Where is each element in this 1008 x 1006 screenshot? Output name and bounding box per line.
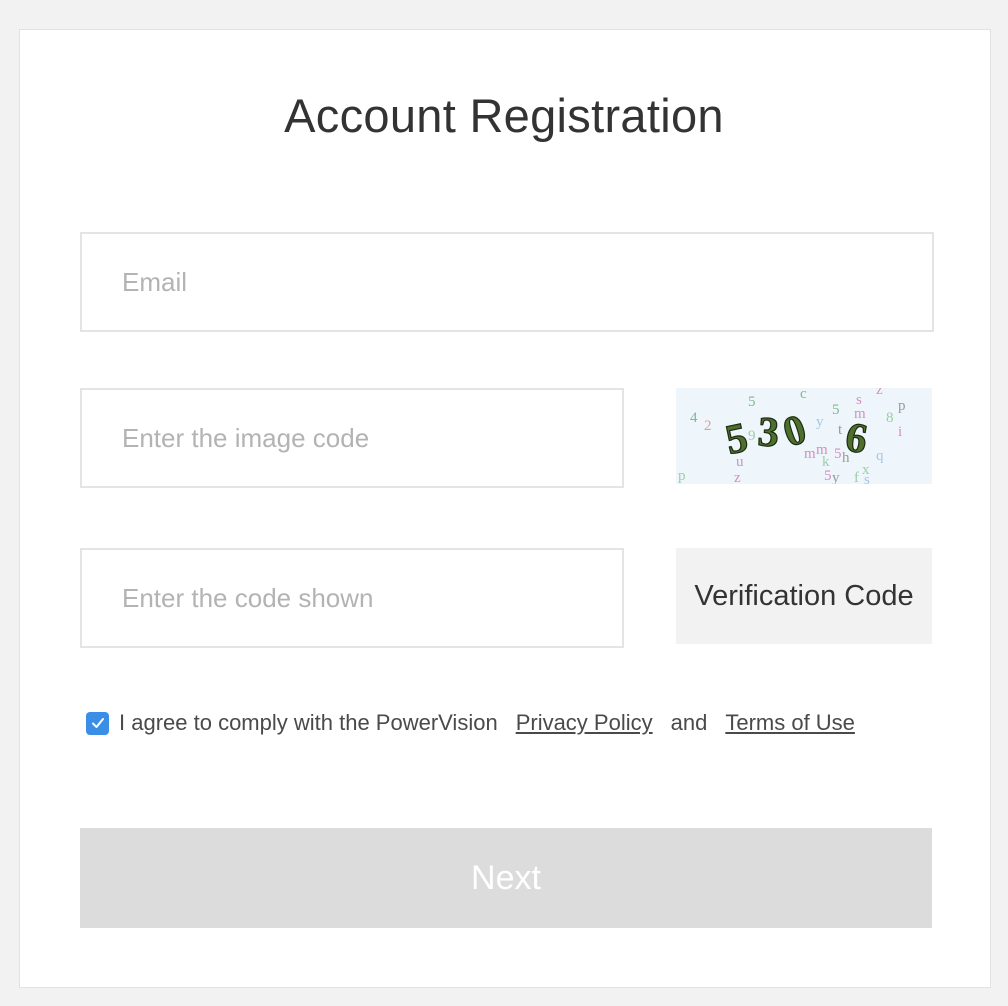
svg-text:z: z (876, 388, 883, 398)
svg-text:3: 3 (756, 409, 780, 456)
email-field[interactable] (80, 232, 934, 332)
svg-text:5: 5 (832, 402, 840, 418)
svg-text:2: 2 (704, 418, 712, 434)
email-code-field[interactable] (80, 548, 624, 648)
svg-text:y: y (816, 414, 824, 430)
agree-text: I agree to comply with the PowerVision (119, 710, 498, 735)
svg-text:q: q (876, 448, 884, 464)
svg-text:y: y (832, 470, 840, 484)
svg-text:f: f (854, 470, 859, 484)
svg-text:9: 9 (748, 428, 756, 444)
svg-text:5: 5 (748, 394, 756, 410)
svg-text:5: 5 (824, 468, 832, 484)
svg-text:s: s (864, 472, 870, 484)
svg-text:p: p (898, 398, 906, 414)
page-title: Account Registration (284, 89, 724, 142)
svg-text:z: z (734, 470, 741, 484)
agree-checkbox[interactable] (86, 711, 109, 735)
agreement-row: I agree to comply with the PowerVision P… (86, 706, 855, 740)
captcha-image[interactable]: 4 2 5 9 c y 5 t s m 8 p i z u z p m m k … (676, 388, 932, 484)
checkmark-icon (91, 718, 104, 728)
verification-code-button[interactable]: Verification Code (676, 548, 932, 644)
next-button[interactable]: Next (80, 828, 932, 928)
and-text: and (670, 710, 708, 735)
captcha-graphic: 4 2 5 9 c y 5 t s m 8 p i z u z p m m k … (676, 388, 932, 484)
svg-text:c: c (800, 388, 807, 402)
terms-of-use-link[interactable]: Terms of Use (725, 710, 855, 736)
image-code-field[interactable] (80, 388, 624, 488)
svg-text:i: i (898, 424, 902, 440)
privacy-policy-link[interactable]: Privacy Policy (516, 710, 653, 736)
svg-text:4: 4 (690, 410, 698, 426)
svg-text:5: 5 (834, 446, 842, 462)
svg-text:p: p (678, 468, 686, 484)
svg-text:8: 8 (886, 410, 894, 426)
